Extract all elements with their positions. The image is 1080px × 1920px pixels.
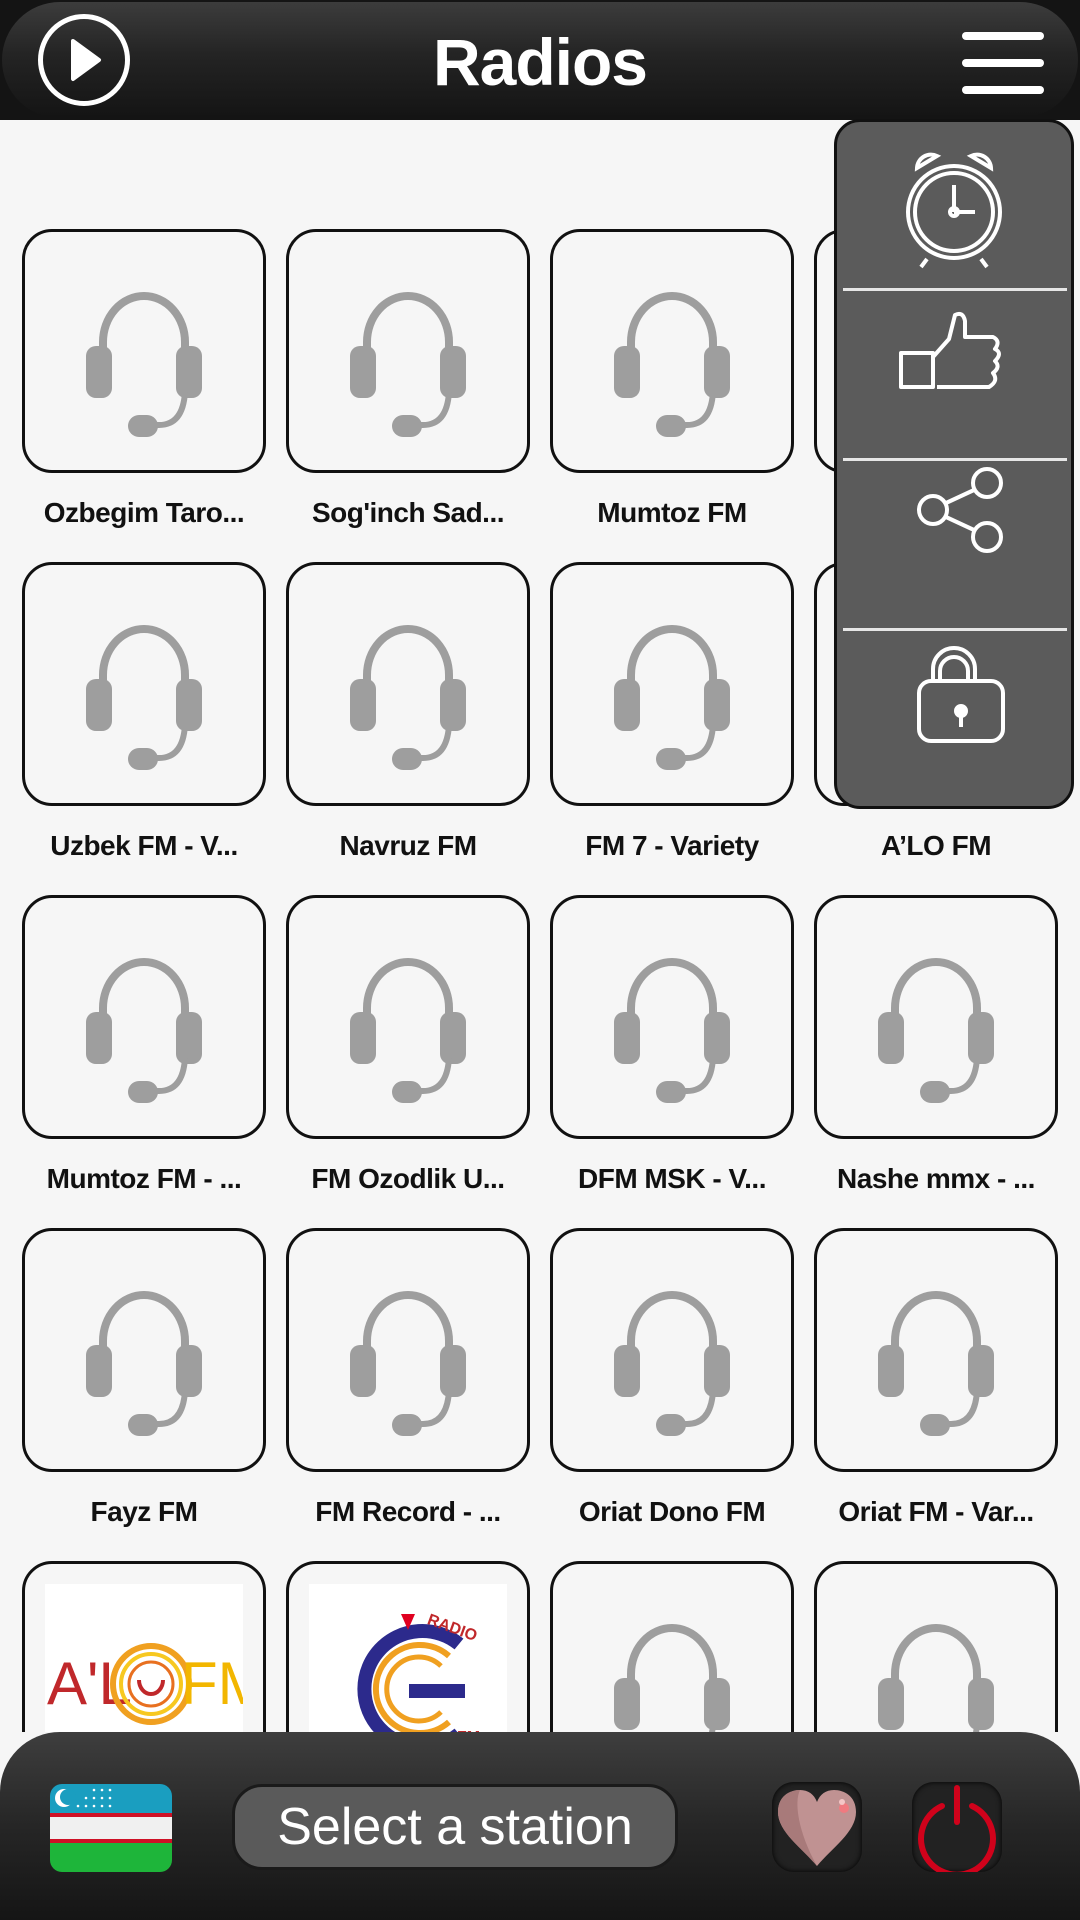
station-name: Mumtoz FM - ... — [46, 1163, 242, 1194]
station-name: Uzbek FM - V... — [50, 830, 238, 861]
station-card[interactable] — [286, 562, 530, 806]
station-name: Mumtoz FM — [597, 497, 747, 528]
station-card[interactable] — [814, 1228, 1058, 1472]
thumbs-up-icon — [899, 311, 1001, 389]
station-card[interactable] — [550, 1228, 794, 1472]
uzbekistan-flag-icon[interactable] — [50, 1784, 172, 1872]
station-name: FM 7 - Variety — [585, 830, 759, 861]
headset-icon — [86, 958, 202, 1103]
headset-icon — [86, 625, 202, 770]
alarm-clock-icon — [906, 152, 1002, 269]
headset-icon — [614, 292, 730, 437]
popup-item-rate[interactable] — [837, 291, 1071, 457]
station-name: Sog'inch Sad... — [311, 497, 505, 528]
station-card[interactable] — [286, 1228, 530, 1472]
overflow-popup-menu — [834, 119, 1074, 809]
headset-icon — [614, 1291, 730, 1436]
headset-icon — [350, 1291, 466, 1436]
menu-line — [962, 86, 1044, 94]
station-card[interactable] — [286, 229, 530, 473]
station-name: Ozbegim Taro... — [43, 497, 245, 528]
lock-icon — [917, 646, 1005, 743]
station-card[interactable] — [814, 895, 1058, 1139]
station-card[interactable] — [22, 562, 266, 806]
station-card[interactable] — [550, 562, 794, 806]
station-card[interactable] — [286, 895, 530, 1139]
station-name: Navruz FM — [339, 830, 477, 861]
station-name: Fayz FM — [90, 1496, 198, 1527]
station-card[interactable] — [22, 1228, 266, 1472]
player-bar: Select a station — [0, 1732, 1080, 1920]
power-icon — [918, 1785, 996, 1872]
station-card[interactable] — [22, 895, 266, 1139]
headset-icon — [878, 1291, 994, 1436]
headset-icon — [350, 958, 466, 1103]
heart-icon — [778, 1790, 856, 1866]
station-card[interactable] — [22, 229, 266, 473]
menu-line — [962, 32, 1044, 40]
station-name: FM Ozodlik U... — [311, 1163, 505, 1194]
headset-icon — [878, 958, 994, 1103]
headset-icon — [350, 292, 466, 437]
player-bar-body: Select a station — [0, 1732, 1080, 1920]
popup-item-share[interactable] — [837, 461, 1071, 627]
popup-item-lock[interactable] — [837, 631, 1071, 797]
power-button[interactable] — [912, 1782, 1002, 1872]
favorite-button[interactable] — [772, 1782, 862, 1872]
station-name: A’LO FM — [880, 830, 992, 861]
headset-icon — [350, 625, 466, 770]
logo-text: FM — [181, 1650, 243, 1717]
station-name: Oriat Dono FM — [578, 1496, 766, 1527]
station-card[interactable] — [550, 895, 794, 1139]
page-title: Radios — [432, 25, 648, 99]
headset-icon — [86, 292, 202, 437]
station-name: DFM MSK - V... — [578, 1163, 766, 1194]
now-playing-station[interactable]: Select a station — [232, 1784, 678, 1870]
station-card[interactable] — [550, 229, 794, 473]
popup-item-alarm[interactable] — [837, 122, 1071, 288]
top-app-bar: Radios — [0, 0, 1080, 120]
station-name: Nashe mmx - ... — [837, 1163, 1035, 1194]
headset-icon — [614, 625, 730, 770]
headset-icon — [86, 1291, 202, 1436]
hamburger-menu-button[interactable] — [962, 32, 1044, 94]
top-app-bar-pill: Radios — [2, 2, 1078, 118]
station-name: Oriat FM - Var... — [838, 1496, 1034, 1527]
station-name: FM Record - ... — [315, 1496, 501, 1527]
menu-line — [962, 59, 1044, 67]
headset-icon — [614, 958, 730, 1103]
share-icon — [917, 467, 1003, 553]
